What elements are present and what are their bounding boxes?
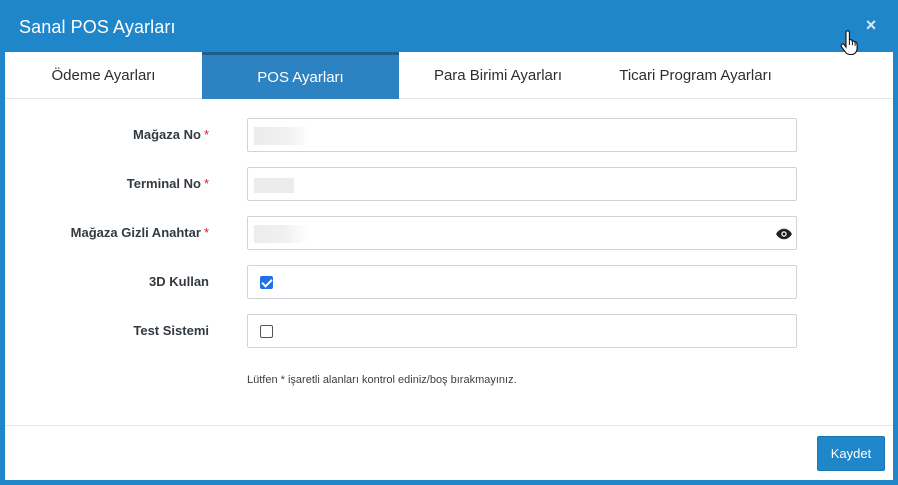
use-3d-label: 3D Kullan bbox=[149, 274, 209, 289]
terminal-no-input[interactable] bbox=[247, 167, 797, 201]
label-text: Mağaza Gizli Anahtar bbox=[70, 225, 201, 240]
hand-cursor-icon bbox=[840, 30, 858, 56]
store-no-label: Mağaza No * bbox=[133, 127, 209, 142]
store-secret-key-label: Mağaza Gizli Anahtar * bbox=[71, 225, 209, 240]
tab-pos-settings[interactable]: POS Ayarları bbox=[202, 52, 399, 99]
tab-bar: Ödeme Ayarları POS Ayarları Para Birimi … bbox=[5, 52, 893, 99]
save-button[interactable]: Kaydet bbox=[817, 436, 885, 471]
tab-payment-settings[interactable]: Ödeme Ayarları bbox=[5, 52, 202, 99]
label-text: Terminal No bbox=[126, 176, 201, 191]
tab-label: Ticari Program Ayarları bbox=[619, 67, 772, 84]
store-no-row: Mağaza No * bbox=[5, 118, 893, 152]
required-marker: * bbox=[203, 176, 209, 191]
dialog-body: Ödeme Ayarları POS Ayarları Para Birimi … bbox=[5, 52, 893, 425]
tab-label: Para Birimi Ayarları bbox=[433, 67, 563, 84]
test-system-field bbox=[247, 314, 797, 348]
store-no-input[interactable] bbox=[247, 118, 797, 152]
dialog-footer: Kaydet bbox=[5, 425, 893, 480]
required-marker: * bbox=[203, 225, 209, 240]
redacted-value bbox=[254, 225, 308, 243]
tab-currency-settings[interactable]: Para Birimi Ayarları bbox=[399, 52, 597, 99]
terminal-no-label: Terminal No * bbox=[127, 176, 209, 191]
tab-label: Ödeme Ayarları bbox=[51, 67, 156, 84]
close-icon[interactable]: × bbox=[862, 15, 880, 35]
store-secret-key-row: Mağaza Gizli Anahtar * bbox=[5, 216, 893, 250]
test-system-row: Test Sistemi bbox=[5, 314, 893, 348]
pos-settings-dialog: Sanal POS Ayarları × Ödeme Ayarları POS … bbox=[0, 0, 898, 485]
dialog-title: Sanal POS Ayarları bbox=[19, 17, 176, 37]
dialog-header: Sanal POS Ayarları × bbox=[0, 0, 898, 52]
redacted-value bbox=[254, 127, 310, 145]
tab-label: POS Ayarları bbox=[257, 68, 344, 86]
redacted-value bbox=[254, 178, 294, 193]
store-secret-key-input[interactable] bbox=[247, 216, 797, 250]
required-fields-note: Lütfen * işaretli alanları kontrol edini… bbox=[247, 374, 517, 386]
eye-icon[interactable] bbox=[775, 225, 793, 243]
tab-commercial-program-settings[interactable]: Ticari Program Ayarları bbox=[597, 52, 794, 99]
required-marker: * bbox=[203, 127, 209, 142]
use-3d-row: 3D Kullan bbox=[5, 265, 893, 299]
use-3d-field bbox=[247, 265, 797, 299]
test-system-checkbox[interactable] bbox=[260, 325, 273, 338]
use-3d-checkbox[interactable] bbox=[260, 276, 273, 289]
label-text: Mağaza No bbox=[133, 127, 201, 142]
test-system-label: Test Sistemi bbox=[133, 323, 209, 338]
terminal-no-row: Terminal No * bbox=[5, 167, 893, 201]
